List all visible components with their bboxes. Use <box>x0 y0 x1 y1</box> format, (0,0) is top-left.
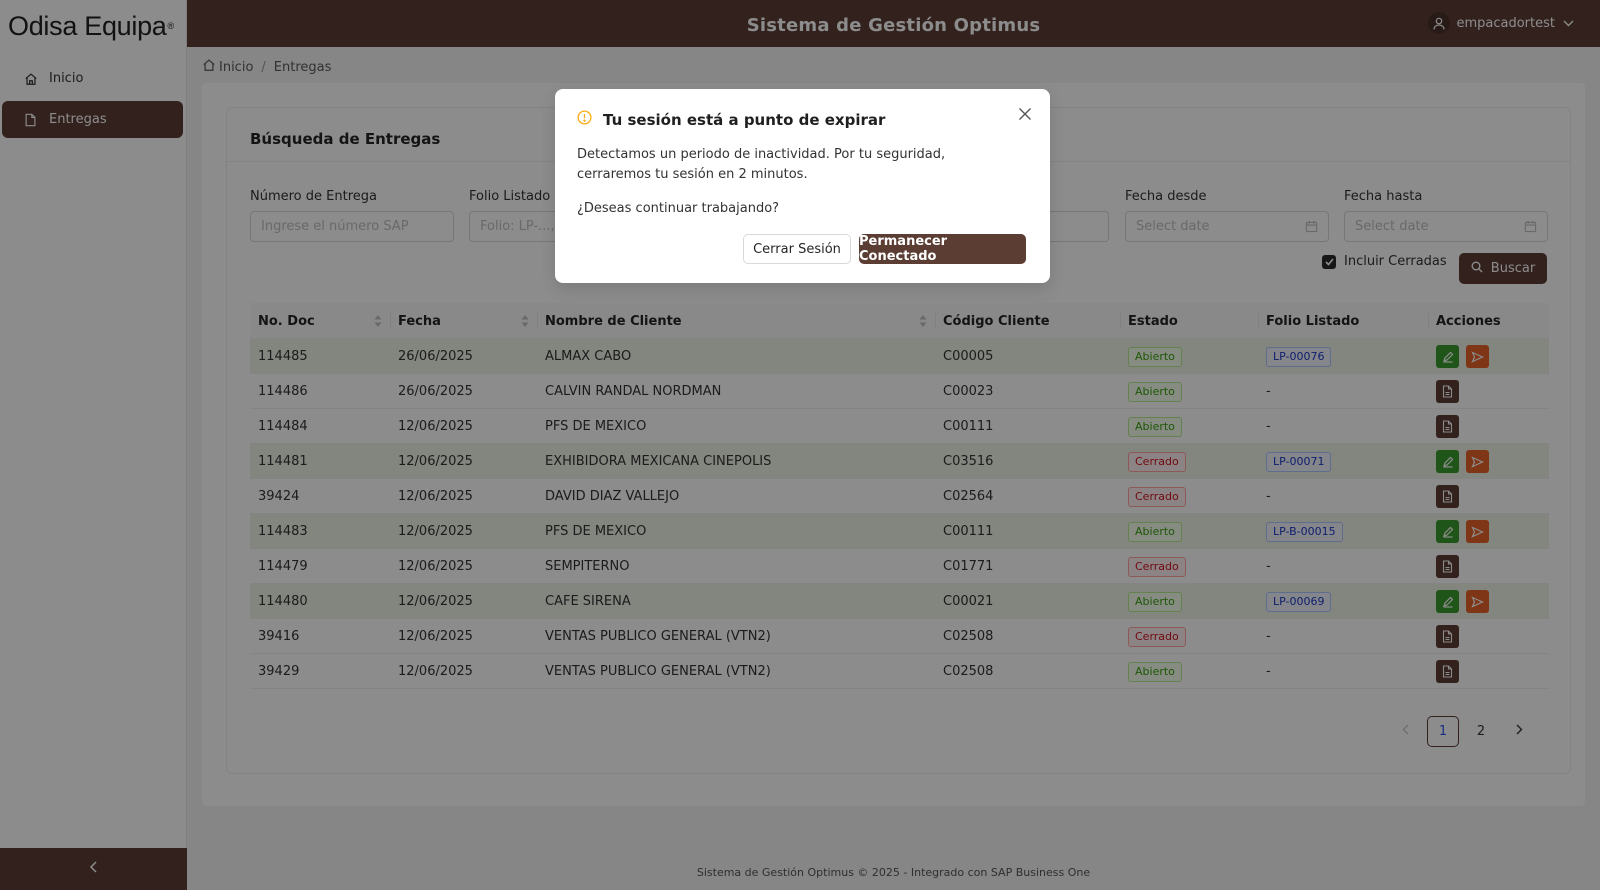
modal-title: Tu sesión está a punto de expirar <box>577 110 885 129</box>
session-expiry-modal: Tu sesión está a punto de expirar Detect… <box>555 89 1050 283</box>
permanecer-conectado-button[interactable]: Permanecer Conectado <box>859 234 1026 264</box>
cerrar-sesion-button[interactable]: Cerrar Sesión <box>743 234 851 264</box>
modal-question: ¿Deseas continuar trabajando? <box>577 201 780 216</box>
modal-title-text: Tu sesión está a punto de expirar <box>603 110 886 129</box>
modal-message: Detectamos un periodo de inactividad. Po… <box>577 147 946 182</box>
warning-icon <box>577 110 603 129</box>
close-icon[interactable] <box>1018 107 1032 125</box>
